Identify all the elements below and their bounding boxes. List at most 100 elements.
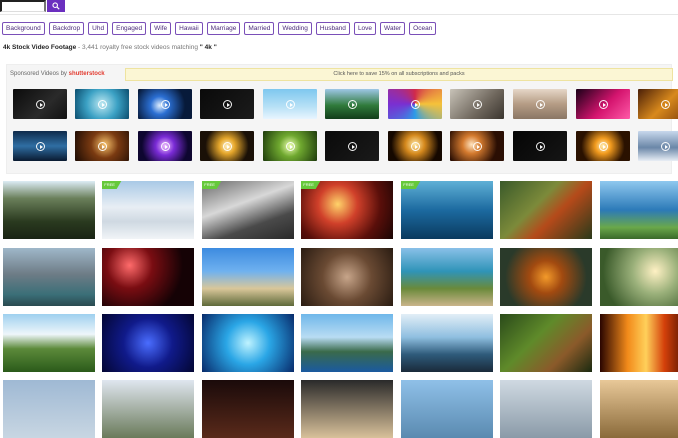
tag-wedding[interactable]: Wedding [278,22,312,35]
sponsored-video-thumbnail[interactable] [138,131,192,161]
video-thumbnail[interactable] [500,314,592,372]
play-icon [222,99,232,109]
search-input[interactable] [0,0,46,12]
video-thumbnail[interactable] [202,314,294,372]
tag-married[interactable]: Married [244,22,275,35]
video-thumbnail[interactable] [600,314,678,372]
sponsored-video-thumbnail[interactable] [200,89,254,119]
results-count: - 3,441 royalty free stock videos matchi… [76,44,200,51]
free-badge [102,181,122,189]
play-icon [285,99,295,109]
video-thumbnail[interactable] [102,248,194,306]
play-icon [660,99,670,109]
sponsored-video-thumbnail[interactable] [450,89,504,119]
play-icon [97,99,107,109]
video-thumbnail[interactable] [600,248,678,306]
tag-marriage[interactable]: Marriage [206,22,241,35]
sponsored-videos-panel: Sponsored Videos by shutterstock Click h… [6,64,678,174]
tag-love[interactable]: Love [353,22,377,35]
video-thumbnail[interactable] [301,248,393,306]
play-icon [35,99,45,109]
sponsored-video-thumbnail[interactable] [75,89,129,119]
sponsored-video-thumbnail[interactable] [138,89,192,119]
video-thumbnail[interactable] [202,181,294,239]
free-badge [202,181,222,189]
video-thumbnail[interactable] [301,380,393,438]
video-thumbnail[interactable] [202,248,294,306]
search-icon [52,2,60,10]
video-thumbnail[interactable] [301,314,393,372]
sponsored-video-thumbnail[interactable] [325,89,379,119]
page-heading: 4k Stock Video Footage - 3,441 royalty f… [3,44,217,51]
play-icon [160,99,170,109]
video-thumbnail[interactable] [102,380,194,438]
tag-engaged[interactable]: Engaged [112,22,147,35]
sponsor-prefix: Sponsored Videos by [10,71,69,77]
video-thumbnail[interactable] [3,314,95,372]
tag-background[interactable]: Background [2,22,45,35]
video-thumbnail[interactable] [102,314,194,372]
sponsored-video-thumbnail[interactable] [388,89,442,119]
tag-water[interactable]: Water [380,22,406,35]
play-icon [472,99,482,109]
sponsored-video-thumbnail[interactable] [576,131,630,161]
play-icon [347,141,357,151]
search-query: " 4k " [199,44,217,51]
play-icon [160,141,170,151]
video-thumbnail[interactable] [401,181,493,239]
play-icon [285,141,295,151]
related-tags: Background Backdrop Uhd Engaged Wife Hawaii Ma… [2,22,437,35]
free-badge [401,181,421,189]
sponsored-video-thumbnail[interactable] [263,131,317,161]
page-title: 4k Stock Video Footage [3,44,77,51]
header-divider [0,14,678,15]
video-thumbnail[interactable] [401,248,493,306]
play-icon [472,141,482,151]
sponsored-video-thumbnail[interactable] [13,89,67,119]
sponsored-video-thumbnail[interactable] [638,89,678,119]
sponsored-video-thumbnail[interactable] [576,89,630,119]
play-icon [97,141,107,151]
play-icon [598,141,608,151]
video-thumbnail[interactable] [301,181,393,239]
video-thumbnail[interactable] [3,181,95,239]
video-thumbnail[interactable] [500,181,592,239]
video-thumbnail[interactable] [401,380,493,438]
sponsored-video-thumbnail[interactable] [325,131,379,161]
sponsored-video-thumbnail[interactable] [638,131,678,161]
sponsored-video-thumbnail[interactable] [13,131,67,161]
video-thumbnail[interactable] [202,380,294,438]
tag-hawaii[interactable]: Hawaii [175,22,203,35]
tag-wife[interactable]: Wife [150,22,172,35]
play-icon [535,99,545,109]
shutterstock-logo[interactable]: shutterstock [69,71,105,77]
sponsored-video-thumbnail[interactable] [200,131,254,161]
search-button[interactable] [47,0,65,12]
sponsored-video-thumbnail[interactable] [450,131,504,161]
video-thumbnail[interactable] [3,248,95,306]
sponsor-label: Sponsored Videos by shutterstock [10,71,105,77]
tag-husband[interactable]: Husband [315,22,350,35]
sponsored-video-thumbnail[interactable] [513,89,567,119]
tag-uhd[interactable]: Uhd [88,22,109,35]
video-thumbnail[interactable] [500,248,592,306]
play-icon [660,141,670,151]
sponsored-video-thumbnail[interactable] [75,131,129,161]
tag-ocean[interactable]: Ocean [409,22,437,35]
video-thumbnail[interactable] [102,181,194,239]
play-icon [535,141,545,151]
free-badge [301,181,321,189]
sponsored-video-thumbnail[interactable] [513,131,567,161]
sponsored-video-thumbnail[interactable] [388,131,442,161]
video-thumbnail[interactable] [600,181,678,239]
tag-backdrop[interactable]: Backdrop [48,22,85,35]
play-icon [598,99,608,109]
play-icon [410,141,420,151]
video-thumbnail[interactable] [600,380,678,438]
video-thumbnail[interactable] [500,380,592,438]
sponsored-video-thumbnail[interactable] [263,89,317,119]
promo-banner[interactable]: Click here to save 15% on all subscripti… [125,68,673,81]
play-icon [347,99,357,109]
video-thumbnail[interactable] [3,380,95,438]
video-thumbnail[interactable] [401,314,493,372]
